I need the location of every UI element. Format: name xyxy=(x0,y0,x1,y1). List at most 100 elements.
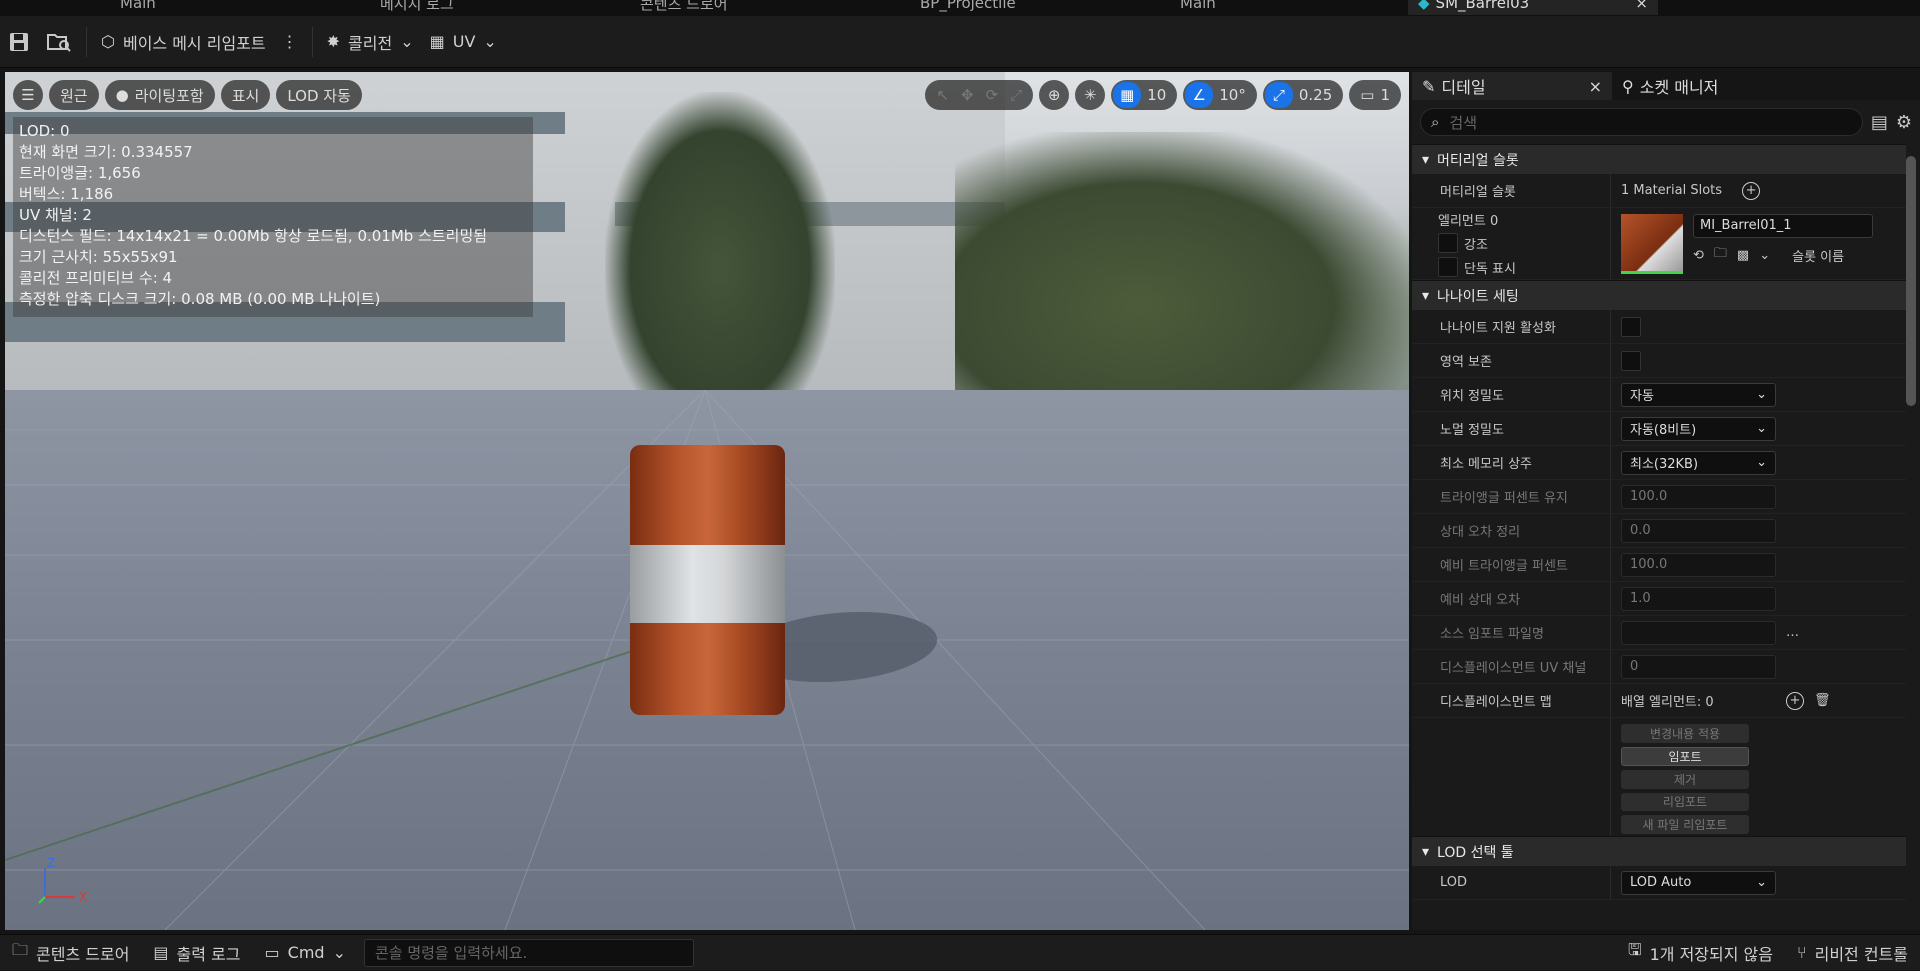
settings-gear-icon[interactable]: ⚙ xyxy=(1896,112,1912,133)
material-asset-field[interactable]: MI_Barrel01_1 xyxy=(1693,214,1873,238)
property-checkbox[interactable] xyxy=(1621,316,1641,337)
transform-tools-group[interactable]: ↖ ✥ ⟳ ⤢ xyxy=(925,80,1034,110)
browse-icon[interactable]: 🗀 xyxy=(1714,244,1727,266)
section-nanite-settings[interactable]: ▾ 나나이트 세팅 xyxy=(1412,280,1906,310)
chevron-down-icon: ⌄ xyxy=(332,943,346,962)
material-element-row: 엘리먼트 0 강조 단독 표시 MI_Barrel01_1 ⟲ 🗀 ▩ ⌄ 슬롯… xyxy=(1412,208,1906,280)
chevron-down-icon: ⌄ xyxy=(1756,455,1767,470)
editor-tab[interactable]: 메시지 로그 xyxy=(380,0,454,15)
chevron-down-icon: ⌄ xyxy=(1756,875,1767,890)
editor-tab[interactable]: 콘텐츠 드로어 xyxy=(640,0,728,15)
nanite-action-button[interactable]: 새 파일 리임포트 xyxy=(1621,815,1749,834)
details-search-input[interactable]: ⌕ 검색 xyxy=(1420,108,1863,136)
property-select[interactable]: 최소(32KB) ⌄ xyxy=(1621,450,1776,475)
details-search-row: ⌕ 검색 ▤ ⚙ xyxy=(1420,108,1912,136)
isolate-checkbox[interactable] xyxy=(1438,257,1458,277)
property-value-field[interactable]: 100.0 xyxy=(1621,552,1776,577)
cmd-selector[interactable]: ▭ Cmd ⌄ xyxy=(253,935,358,971)
browse-asset-button[interactable] xyxy=(38,25,80,59)
editor-tab[interactable]: Main xyxy=(1180,0,1216,15)
local-world-button[interactable]: ⊕ xyxy=(1039,80,1070,110)
nanite-action-button[interactable]: 변경내용 적용 xyxy=(1621,724,1749,743)
chevron-down-icon: ⌄ xyxy=(1756,421,1767,436)
material-thumbnail[interactable] xyxy=(1621,214,1683,274)
kebab-menu-icon: ⋮ xyxy=(281,32,298,51)
surface-snap-button[interactable]: ✳ xyxy=(1075,80,1106,110)
use-selected-icon[interactable]: ⟲ xyxy=(1693,248,1704,263)
property-value-field[interactable]: 1.0 xyxy=(1621,586,1776,611)
nanite-action-button[interactable]: 임포트 xyxy=(1621,746,1749,766)
details-content: ▾ 머티리얼 슬롯 머티리얼 슬롯 1 Material Slots + 엘리먼… xyxy=(1412,144,1906,900)
content-drawer-icon: 🗀 xyxy=(12,940,29,959)
property-select[interactable]: 자동 ⌄ xyxy=(1621,382,1776,407)
lod-auto-button[interactable]: LOD 자동 xyxy=(276,80,362,110)
chevron-down-icon: ▾ xyxy=(1422,287,1430,304)
section-material-slots[interactable]: ▾ 머티리얼 슬롯 xyxy=(1412,144,1906,174)
save-button[interactable] xyxy=(0,25,38,59)
displacement-map-row: 디스플레이스먼트 맵 배열 엘리먼트: 0 + 🗑 xyxy=(1412,684,1906,718)
chevron-down-icon[interactable]: ⌄ xyxy=(1759,248,1770,263)
select-icon[interactable]: ↖ xyxy=(936,86,949,104)
more-options-button[interactable]: ⋮ xyxy=(274,25,306,59)
scale-snap-button[interactable]: ⤢ 0.25 xyxy=(1262,80,1344,110)
stat-line: 콜리전 프리미티브 수: 4 xyxy=(19,269,173,287)
grid-snap-button[interactable]: ▦ 10 xyxy=(1111,80,1178,110)
terminal-icon: ▭ xyxy=(264,943,280,962)
property-select[interactable]: 자동(8비트) ⌄ xyxy=(1621,416,1776,441)
editor-tab[interactable]: Main xyxy=(120,0,156,15)
output-log-button[interactable]: ▤ 출력 로그 xyxy=(141,935,252,971)
unsaved-assets-button[interactable]: 🖫 1개 저장되지 않음 xyxy=(1616,935,1785,971)
viewport-menu-button[interactable]: ☰ xyxy=(13,80,43,110)
view-mode-button[interactable]: ● 라이팅포함 xyxy=(104,80,215,110)
checker-icon[interactable]: ▩ xyxy=(1737,248,1749,263)
uv-menu-button[interactable]: ▦ UV ⌄ xyxy=(422,25,505,59)
chevron-down-icon: ⌄ xyxy=(483,32,497,51)
console-command-input[interactable]: 콘솔 명령을 입력하세요. xyxy=(363,938,694,967)
mesh-viewport[interactable]: ☰ 원근 ● 라이팅포함 표시 LOD 자동 ↖ ✥ ⟳ ⤢ ⊕ ✳ ▦ 10 ∠ 1… xyxy=(5,72,1409,930)
table-view-icon[interactable]: ▤ xyxy=(1871,112,1888,133)
stat-line: 측정한 압축 디스크 크기: 0.08 MB (0.00 MB 나나이트) xyxy=(19,290,381,308)
nanite-action-button[interactable]: 리임포트 xyxy=(1621,792,1749,812)
lit-sphere-icon: ● xyxy=(115,86,129,104)
editor-tab[interactable]: BP_Projectile xyxy=(920,0,1016,15)
tab-sm-barrel03[interactable]: ◆ SM_Barrel03 × xyxy=(1408,0,1658,15)
nanite-property-row: 최소 메모리 상주 최소(32KB) ⌄ xyxy=(1412,446,1906,480)
camera-speed-button[interactable]: ▭ 1 xyxy=(1349,80,1401,110)
property-checkbox[interactable] xyxy=(1621,350,1641,371)
scale-icon[interactable]: ⤢ xyxy=(1010,86,1022,104)
rotation-snap-button[interactable]: ∠ 10° xyxy=(1183,80,1257,110)
unsaved-icon: 🖫 xyxy=(1627,940,1642,959)
section-lod-picker[interactable]: ▾ LOD 선택 툴 xyxy=(1412,836,1906,866)
close-icon[interactable]: × xyxy=(1589,77,1602,96)
translate-icon[interactable]: ✥ xyxy=(961,86,974,104)
static-mesh-icon: ◆ xyxy=(1418,0,1430,12)
property-value-field[interactable]: 0 xyxy=(1621,654,1776,679)
perspective-button[interactable]: 원근 xyxy=(49,80,99,110)
nanite-property-row: 영역 보존 xyxy=(1412,344,1906,378)
reimport-base-mesh-button[interactable]: ⬡ 베이스 메시 리임포트 xyxy=(93,25,274,59)
barrel-mesh[interactable] xyxy=(630,445,785,715)
trash-icon[interactable]: 🗑 xyxy=(1814,693,1831,708)
svg-text:Z: Z xyxy=(47,857,55,870)
collision-menu-button[interactable]: ✸ 콜리전 ⌄ xyxy=(319,25,422,59)
tab-socket-manager[interactable]: ⚲ 소켓 매니저 xyxy=(1612,72,1728,100)
property-value-field[interactable]: 100.0 xyxy=(1621,484,1776,509)
add-slot-icon[interactable]: + xyxy=(1742,181,1761,200)
lod-select[interactable]: LOD Auto ⌄ xyxy=(1621,870,1776,895)
rotate-icon[interactable]: ⟳ xyxy=(986,86,999,104)
details-scrollbar[interactable] xyxy=(1906,156,1916,406)
grid-snap-icon: ▦ xyxy=(1113,82,1142,108)
content-drawer-button[interactable]: 🗀 콘텐츠 드로어 xyxy=(0,935,141,971)
tab-details[interactable]: ✎ 디테일 × xyxy=(1412,72,1612,100)
revision-control-button[interactable]: ⑂ 리비전 컨트롤 xyxy=(1785,935,1920,971)
close-tab-icon[interactable]: × xyxy=(1635,0,1648,12)
show-button[interactable]: 표시 xyxy=(220,80,271,110)
nanite-action-button[interactable]: 제거 xyxy=(1621,769,1749,789)
viewport-options-bar: ☰ 원근 ● 라이팅포함 표시 LOD 자동 xyxy=(13,80,362,110)
highlight-checkbox[interactable] xyxy=(1438,233,1458,253)
add-element-icon[interactable]: + xyxy=(1786,691,1804,710)
browse-file-icon[interactable]: … xyxy=(1786,625,1799,640)
property-value-field[interactable]: 0.0 xyxy=(1621,518,1776,543)
chevron-down-icon: ▾ xyxy=(1422,843,1430,860)
property-value-field[interactable] xyxy=(1621,620,1776,645)
